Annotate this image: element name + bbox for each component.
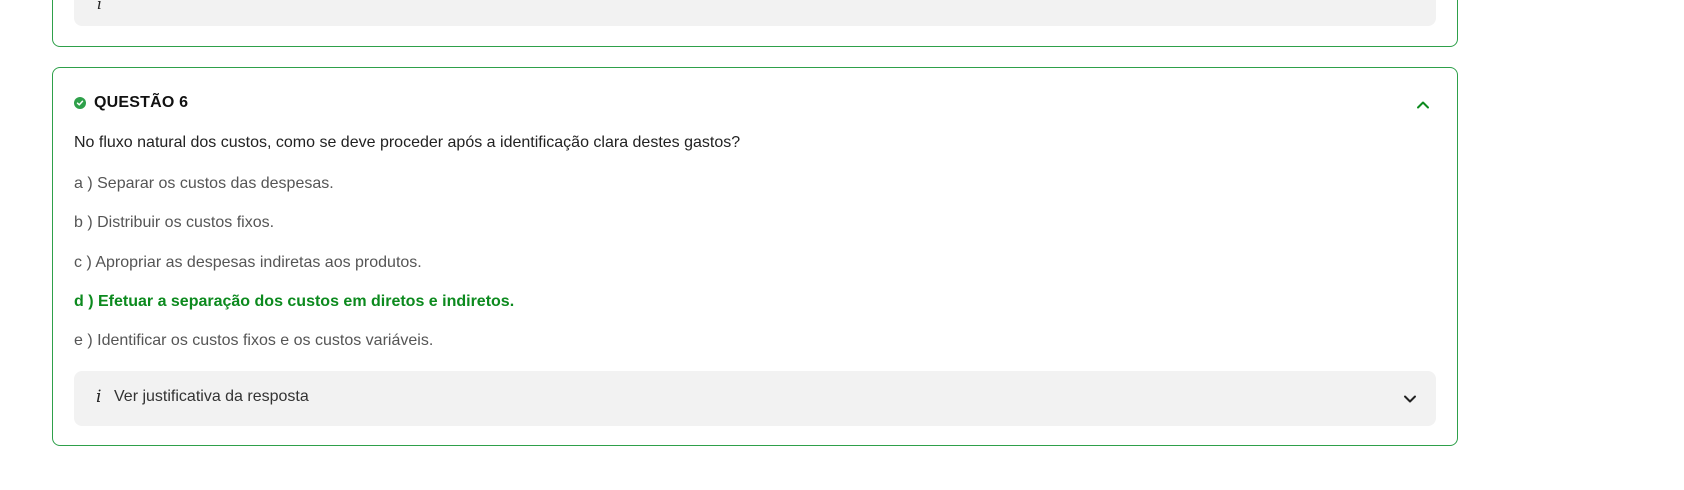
check-circle-icon <box>74 97 86 109</box>
option-b[interactable]: b ) Distribuir os custos fixos. <box>74 214 274 232</box>
justification-label: Ver justificativa da resposta <box>114 388 309 405</box>
previous-justification-toggle[interactable]: i <box>74 0 1436 26</box>
chevron-down-icon[interactable] <box>1402 391 1418 407</box>
justification-toggle[interactable]: i Ver justificativa da resposta <box>74 371 1436 426</box>
question-header: QUESTÃO 6 <box>74 94 188 112</box>
question-card: QUESTÃO 6 No fluxo natural dos custos, c… <box>52 67 1458 446</box>
option-e[interactable]: e ) Identificar os custos fixos e os cus… <box>74 332 433 350</box>
info-icon: i <box>97 0 102 13</box>
previous-question-card: i <box>52 0 1458 47</box>
chevron-up-icon[interactable] <box>1415 97 1431 113</box>
question-title: QUESTÃO 6 <box>94 94 189 111</box>
option-c[interactable]: c ) Apropriar as despesas indiretas aos … <box>74 254 422 272</box>
option-a[interactable]: a ) Separar os custos das despesas. <box>74 175 334 193</box>
question-text: No fluxo natural dos custos, como se dev… <box>74 134 741 151</box>
info-icon: i <box>96 387 102 407</box>
option-d-correct[interactable]: d ) Efetuar a separação dos custos em di… <box>74 293 514 311</box>
